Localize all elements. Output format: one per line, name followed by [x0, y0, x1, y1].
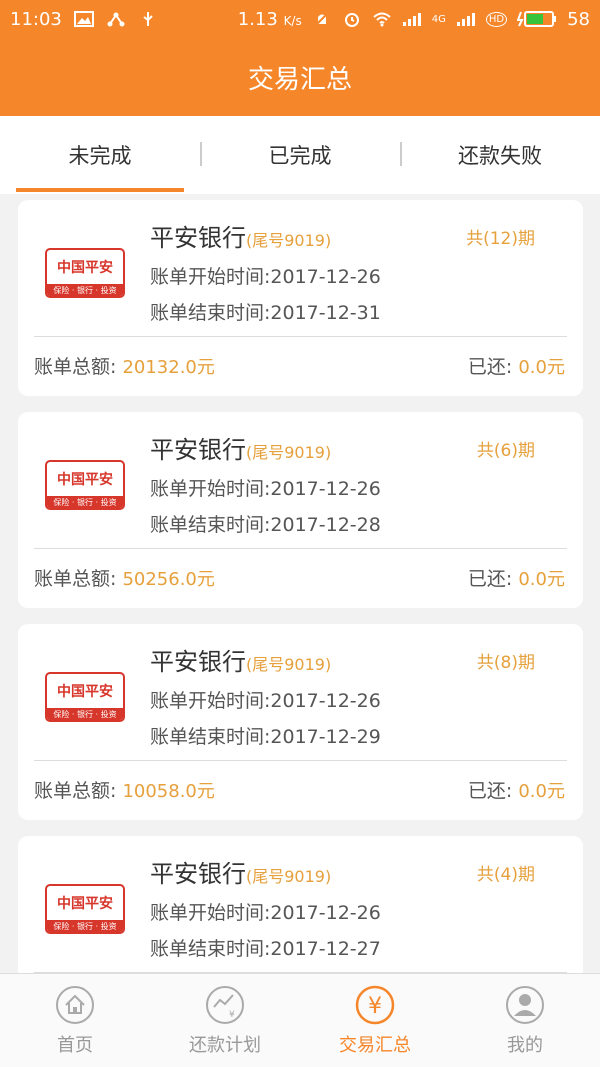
divider [34, 548, 567, 549]
bill-paid: 已还: 0.0元 [467, 568, 565, 590]
end-time: 账单结束时间:2017-12-27 [150, 938, 381, 960]
status-time: 11:03 [10, 8, 62, 30]
ping-an-logo: 中国平安 保险 · 银行 · 投资 [45, 884, 125, 934]
bill-total: 账单总额: 50256.0元 [34, 568, 215, 590]
nav-home[interactable]: 首页 [0, 974, 150, 1067]
mute-icon [314, 11, 330, 27]
network-type-badge: 4G [431, 13, 446, 25]
network-speed: 1.13 K/s [237, 8, 302, 30]
end-time: 账单结束时间:2017-12-29 [150, 726, 381, 748]
bank-name-line: 平安银行(尾号9019) [150, 642, 331, 677]
user-icon [506, 985, 544, 1024]
alarm-icon [344, 13, 359, 27]
bill-card[interactable]: 中国平安 保险 · 银行 · 投资 平安银行(尾号9019) 共(12)期 账单… [18, 200, 583, 396]
start-time: 账单开始时间:2017-12-26 [150, 902, 381, 924]
bill-total: 账单总额: 10058.0元 [34, 780, 215, 802]
nav-transaction-summary[interactable]: ¥ 交易汇总 [300, 974, 450, 1067]
repayment-plan-icon: ¥ [206, 985, 244, 1024]
bill-card[interactable]: 中国平安 保险 · 银行 · 投资 平安银行(尾号9019) 共(6)期 账单开… [18, 412, 583, 608]
bank-name: 平安银行 [150, 436, 246, 464]
ping-an-logo: 中国平安 保险 · 银行 · 投资 [45, 248, 125, 298]
start-time: 账单开始时间:2017-12-26 [150, 690, 381, 712]
period-count: 共(4)期 [476, 865, 535, 885]
ping-an-logo: 中国平安 保险 · 银行 · 投资 [45, 460, 125, 510]
bank-name: 平安银行 [150, 648, 246, 676]
tab-bar: 未完成 已完成 还款失败 [0, 116, 600, 194]
start-time: 账单开始时间:2017-12-26 [150, 478, 381, 500]
battery-icon [517, 11, 557, 27]
wifi-icon [373, 12, 391, 27]
yuan-icon: ¥ [355, 985, 395, 1024]
ping-an-logo: 中国平安 保险 · 银行 · 投资 [45, 672, 125, 722]
app-header: 交易汇总 [0, 38, 600, 116]
nav-transaction-summary-label: 交易汇总 [339, 1034, 411, 1056]
period-count: 共(12)期 [466, 229, 535, 249]
bill-card[interactable]: 中国平安 保险 · 银行 · 投资 平安银行(尾号9019) 共(8)期 账单开… [18, 624, 583, 820]
svg-text:¥: ¥ [368, 994, 382, 1019]
svg-text:¥: ¥ [229, 1010, 235, 1020]
card-tail: (尾号9019) [246, 655, 332, 674]
bill-list: 中国平安 保险 · 银行 · 投资 平安银行(尾号9019) 共(12)期 账单… [18, 200, 583, 1048]
divider [34, 336, 567, 337]
nav-mine[interactable]: 我的 [450, 974, 600, 1067]
nav-repayment-plan-label: 还款计划 [189, 1034, 261, 1056]
tab-repayment-failed[interactable]: 还款失败 [400, 116, 600, 194]
card-tail: (尾号9019) [246, 867, 332, 886]
image-icon [73, 11, 94, 27]
share-icon [107, 12, 125, 27]
tab-unfinished[interactable]: 未完成 [0, 116, 200, 194]
nav-mine-label: 我的 [507, 1034, 543, 1056]
period-count: 共(8)期 [476, 653, 535, 673]
end-time: 账单结束时间:2017-12-28 [150, 514, 381, 536]
signal-icon [402, 13, 421, 26]
hd-badge: HD [485, 11, 508, 27]
bank-name: 平安银行 [150, 224, 246, 252]
bottom-nav: 首页 ¥ 还款计划 ¥ 交易汇总 我的 [0, 973, 600, 1067]
nav-repayment-plan[interactable]: ¥ 还款计划 [150, 974, 300, 1067]
nav-home-label: 首页 [57, 1034, 93, 1056]
bill-total: 账单总额: 20132.0元 [34, 356, 215, 378]
bill-paid: 已还: 0.0元 [467, 356, 565, 378]
tab-finished[interactable]: 已完成 [200, 116, 400, 194]
bank-name-line: 平安银行(尾号9019) [150, 854, 331, 889]
bank-name: 平安银行 [150, 860, 246, 888]
page-title: 交易汇总 [247, 64, 352, 95]
usb-icon [143, 12, 153, 26]
start-time: 账单开始时间:2017-12-26 [150, 266, 381, 288]
divider [34, 760, 567, 761]
period-count: 共(6)期 [476, 441, 535, 461]
bill-paid: 已还: 0.0元 [467, 780, 565, 802]
battery-level: 58 [567, 8, 590, 30]
bank-name-line: 平安银行(尾号9019) [150, 430, 331, 465]
home-icon [56, 985, 94, 1024]
card-tail: (尾号9019) [246, 443, 332, 462]
end-time: 账单结束时间:2017-12-31 [150, 302, 381, 324]
status-bar: 11:03 1.13 K/s 4G HD 58 [0, 0, 600, 38]
signal-icon-2 [456, 13, 475, 26]
card-tail: (尾号9019) [246, 231, 332, 250]
bank-name-line: 平安银行(尾号9019) [150, 218, 331, 253]
